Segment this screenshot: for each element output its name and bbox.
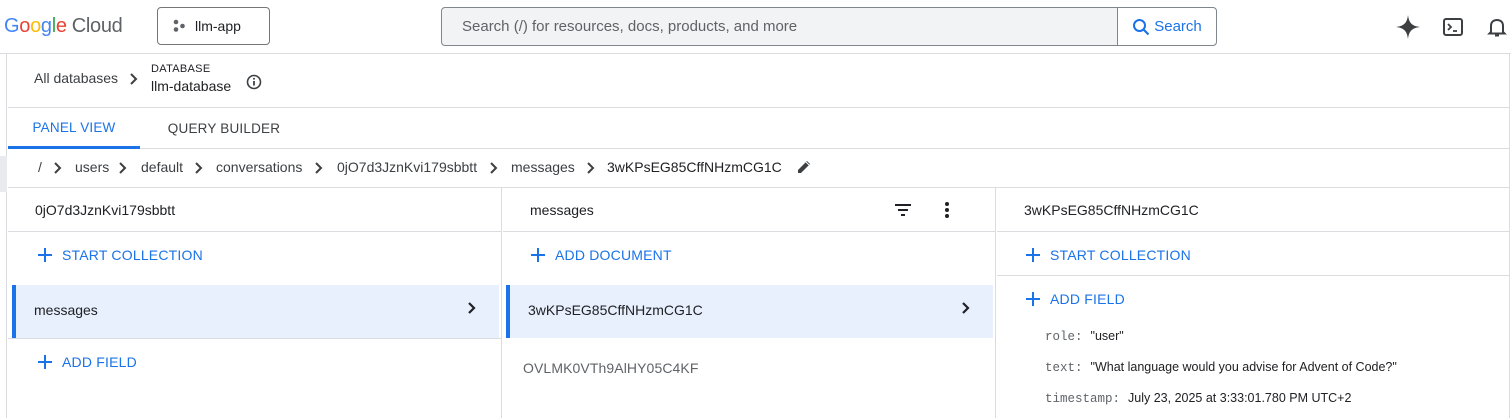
field-value: July 23, 2025 at 3:33:01.780 PM UTC+2	[1128, 391, 1352, 405]
path-segment-default[interactable]: default	[141, 159, 183, 175]
panel-title: 0jO7d3JznKvi179sbbtt	[35, 202, 176, 218]
search-button-label: Search	[1154, 18, 1202, 35]
google-cloud-logo[interactable]: Google Cloud	[4, 14, 123, 38]
database-header: All databases DATABASE llm-database	[8, 54, 1509, 108]
panel-header: 0jO7d3JznKvi179sbbtt	[8, 188, 501, 232]
start-collection-label: START COLLECTION	[62, 247, 203, 263]
field-key: text:	[1045, 361, 1083, 375]
chevron-right-icon	[315, 162, 323, 174]
filter-icon[interactable]	[894, 202, 912, 218]
add-field-button[interactable]: ADD FIELD	[1026, 291, 1125, 307]
panel-title: 3wKPsEG85CffNHzmCG1C	[1024, 202, 1199, 218]
chevron-right-icon	[119, 162, 127, 174]
path-segment-conversations[interactable]: conversations	[216, 159, 302, 175]
chevron-right-icon	[54, 162, 62, 174]
start-collection-button[interactable]: START COLLECTION	[38, 247, 203, 263]
divider	[997, 275, 1509, 276]
plus-icon	[531, 248, 545, 262]
chevron-right-icon	[490, 162, 498, 174]
document-path-breadcrumb: / users default conversations 0jO7d3JznK…	[8, 149, 1509, 188]
info-icon[interactable]	[246, 74, 262, 90]
search-button[interactable]: Search	[1117, 8, 1216, 45]
add-field-label: ADD FIELD	[62, 354, 137, 370]
notifications-icon[interactable]	[1484, 14, 1510, 40]
all-databases-link[interactable]: All databases	[34, 70, 118, 86]
messages-collection-panel: messages ADD DOCUMENT 3wKPsEG85CffNHzmCG…	[503, 188, 996, 418]
edit-pencil-icon[interactable]	[795, 158, 813, 176]
left-nav-strip	[0, 54, 7, 418]
plus-icon	[38, 248, 52, 262]
plus-icon	[1026, 248, 1040, 262]
top-app-bar: Google Cloud llm-app Search	[0, 0, 1511, 54]
chevron-right-icon	[587, 162, 595, 174]
logo-google-text: Google	[4, 15, 67, 37]
start-collection-label: START COLLECTION	[1050, 247, 1191, 263]
field-value: "What language would you advise for Adve…	[1090, 360, 1397, 374]
path-segment-conversation-id[interactable]: 0jO7d3JznKvi179sbbtt	[337, 159, 477, 175]
plus-icon	[38, 355, 52, 369]
message-document-panel: 3wKPsEG85CffNHzmCG1C START COLLECTION AD…	[997, 188, 1509, 418]
panel-header: messages	[503, 188, 995, 232]
view-tabs: PANEL VIEW QUERY BUILDER	[8, 108, 1509, 149]
collection-name: messages	[34, 302, 98, 318]
list-item-collection-messages[interactable]: messages	[12, 285, 499, 338]
list-item-document-selected[interactable]: 3wKPsEG85CffNHzmCG1C	[506, 285, 993, 338]
search-icon	[1133, 18, 1150, 35]
project-name: llm-app	[195, 18, 241, 34]
add-field-button[interactable]: ADD FIELD	[38, 354, 137, 370]
path-segment-users[interactable]: users	[75, 159, 109, 175]
database-name: llm-database	[151, 78, 232, 94]
list-item-document[interactable]: OVLMK0VTh9AlHY05C4KF	[523, 360, 699, 376]
tab-panel-view[interactable]: PANEL VIEW	[8, 108, 140, 149]
add-document-button[interactable]: ADD DOCUMENT	[531, 247, 672, 263]
field-row-role[interactable]: role: "user"	[1045, 328, 1124, 344]
tab-query-builder[interactable]: QUERY BUILDER	[146, 108, 302, 149]
divider	[8, 338, 501, 339]
add-document-label: ADD DOCUMENT	[555, 247, 672, 263]
more-vert-icon[interactable]	[944, 200, 950, 220]
field-row-text[interactable]: text: "What language would you advise for…	[1045, 359, 1397, 375]
left-nav-indicator	[0, 156, 7, 192]
path-root[interactable]: /	[38, 159, 42, 175]
project-picker-button[interactable]: llm-app	[157, 7, 270, 45]
cloud-shell-icon[interactable]	[1440, 14, 1466, 40]
plus-icon	[1026, 292, 1040, 306]
chevron-right-icon	[195, 162, 203, 174]
database-label: DATABASE	[151, 63, 211, 75]
logo-cloud-text: Cloud	[71, 15, 123, 37]
chevron-right-icon	[130, 73, 138, 85]
chevron-right-icon	[962, 302, 970, 314]
chevron-right-icon	[468, 302, 476, 314]
field-key: timestamp:	[1045, 392, 1121, 406]
field-key: role:	[1045, 330, 1083, 344]
gemini-spark-icon[interactable]	[1395, 14, 1421, 40]
panel-title: messages	[530, 202, 594, 218]
conversation-document-panel: 0jO7d3JznKvi179sbbtt START COLLECTION me…	[8, 188, 502, 418]
path-segment-document-id[interactable]: 3wKPsEG85CffNHzmCG1C	[607, 159, 782, 175]
project-hub-icon	[173, 19, 185, 32]
field-value: "user"	[1090, 329, 1124, 343]
panel-header: 3wKPsEG85CffNHzmCG1C	[997, 188, 1509, 232]
add-field-label: ADD FIELD	[1050, 291, 1125, 307]
start-collection-button[interactable]: START COLLECTION	[1026, 247, 1191, 263]
document-id: 3wKPsEG85CffNHzmCG1C	[528, 302, 703, 318]
search-bar: Search	[441, 7, 1217, 46]
field-row-timestamp[interactable]: timestamp: July 23, 2025 at 3:33:01.780 P…	[1045, 390, 1351, 406]
search-input[interactable]	[442, 8, 1117, 45]
path-segment-messages[interactable]: messages	[511, 159, 575, 175]
